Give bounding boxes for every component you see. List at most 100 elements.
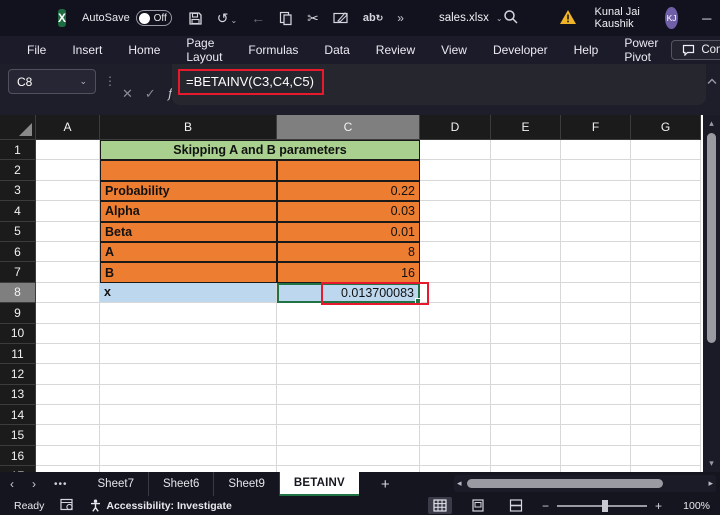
- cell-D5[interactable]: [420, 222, 491, 242]
- row-header-2[interactable]: 2: [0, 160, 36, 180]
- cell-F14[interactable]: [561, 405, 631, 425]
- enter-formula-icon[interactable]: ✓: [145, 86, 156, 102]
- ribbon-tab-insert[interactable]: Insert: [59, 36, 115, 64]
- cell-D12[interactable]: [420, 364, 491, 384]
- sheet-tab-sheet9[interactable]: Sheet9: [214, 472, 279, 496]
- toolbar-overflow-icon[interactable]: »: [397, 11, 403, 25]
- cell-E2[interactable]: [491, 160, 561, 180]
- ribbon-tab-view[interactable]: View: [428, 36, 480, 64]
- cell-D10[interactable]: [420, 324, 491, 344]
- undo-icon[interactable]: ↺⌄: [217, 11, 237, 25]
- cell-F2[interactable]: [561, 160, 631, 180]
- sheet-list-icon[interactable]: •••: [54, 479, 68, 490]
- cell-A6[interactable]: [36, 242, 100, 262]
- cell-B14[interactable]: [100, 405, 277, 425]
- cell-E10[interactable]: [491, 324, 561, 344]
- formula-input[interactable]: =BETAINV(C3,C4,C5): [172, 64, 706, 105]
- cell-E5[interactable]: [491, 222, 561, 242]
- cell-F5[interactable]: [561, 222, 631, 242]
- cell-G12[interactable]: [631, 364, 701, 384]
- cell-D4[interactable]: [420, 201, 491, 221]
- row-header-4[interactable]: 4: [0, 201, 36, 221]
- sheet-tab-sheet7[interactable]: Sheet7: [84, 472, 149, 496]
- cell-A13[interactable]: [36, 385, 100, 405]
- name-box-dropdown-icon[interactable]: ⌄: [79, 76, 87, 87]
- cell-A3[interactable]: [36, 181, 100, 201]
- cell-A5[interactable]: [36, 222, 100, 242]
- row-header-13[interactable]: 13: [0, 385, 36, 405]
- cell-E15[interactable]: [491, 425, 561, 445]
- row-header-6[interactable]: 6: [0, 242, 36, 262]
- row-header-8[interactable]: 8: [0, 283, 36, 303]
- cell-E16[interactable]: [491, 446, 561, 466]
- cell-G9[interactable]: [631, 303, 701, 323]
- cell-D2[interactable]: [420, 160, 491, 180]
- formula-bar-expand-icon[interactable]: [707, 72, 717, 90]
- page-break-view-button[interactable]: [504, 497, 528, 514]
- row-header-1[interactable]: 1: [0, 140, 36, 160]
- macro-record-icon[interactable]: [60, 498, 74, 514]
- page-layout-view-button[interactable]: [466, 497, 490, 514]
- ribbon-tab-power-pivot[interactable]: Power Pivot: [611, 36, 671, 64]
- search-icon[interactable]: [503, 9, 519, 28]
- cell-G7[interactable]: [631, 262, 701, 282]
- ribbon-tab-page-layout[interactable]: Page Layout: [173, 36, 235, 64]
- ribbon-tab-home[interactable]: Home: [115, 36, 173, 64]
- autosave-toggle[interactable]: Off: [136, 10, 172, 26]
- cell-C9[interactable]: [277, 303, 420, 323]
- cell-D3[interactable]: [420, 181, 491, 201]
- cell-F9[interactable]: [561, 303, 631, 323]
- cell-F1[interactable]: [561, 140, 631, 160]
- vertical-scrollbar[interactable]: ▴ ▾: [703, 115, 720, 472]
- cell-B12[interactable]: [100, 364, 277, 384]
- cell-C14[interactable]: [277, 405, 420, 425]
- cell-F7[interactable]: [561, 262, 631, 282]
- cell-A14[interactable]: [36, 405, 100, 425]
- sheet-next-icon[interactable]: ›: [32, 477, 36, 491]
- cell-B11[interactable]: [100, 344, 277, 364]
- cell-A11[interactable]: [36, 344, 100, 364]
- cell-D6[interactable]: [420, 242, 491, 262]
- cell-B9[interactable]: [100, 303, 277, 323]
- cell-A12[interactable]: [36, 364, 100, 384]
- cell-F11[interactable]: [561, 344, 631, 364]
- cell-D16[interactable]: [420, 446, 491, 466]
- cell-C13[interactable]: [277, 385, 420, 405]
- name-box[interactable]: C8 ⌄: [8, 69, 96, 94]
- cell-D11[interactable]: [420, 344, 491, 364]
- ribbon-tab-data[interactable]: Data: [311, 36, 362, 64]
- row-header-9[interactable]: 9: [0, 303, 36, 323]
- cut-icon[interactable]: ✂: [307, 11, 319, 25]
- cell-A4[interactable]: [36, 201, 100, 221]
- cell-B3[interactable]: Probability: [100, 181, 277, 201]
- ribbon-tab-formulas[interactable]: Formulas: [235, 36, 311, 64]
- document-title[interactable]: sales.xlsx ⌄: [439, 12, 503, 24]
- cell-E14[interactable]: [491, 405, 561, 425]
- cell-B4[interactable]: Alpha: [100, 201, 277, 221]
- cell-G6[interactable]: [631, 242, 701, 262]
- column-header-E[interactable]: E: [491, 115, 561, 140]
- cell-A16[interactable]: [36, 446, 100, 466]
- cell-D7[interactable]: [420, 262, 491, 282]
- edit-signature-icon[interactable]: [333, 11, 349, 25]
- cell-E9[interactable]: [491, 303, 561, 323]
- row-header-10[interactable]: 10: [0, 324, 36, 344]
- cell-F12[interactable]: [561, 364, 631, 384]
- autosave-control[interactable]: AutoSave Off: [82, 10, 172, 26]
- cell-G13[interactable]: [631, 385, 701, 405]
- new-sheet-button[interactable]: +: [381, 476, 390, 493]
- row-header-12[interactable]: 12: [0, 364, 36, 384]
- cell-B8[interactable]: x: [100, 283, 277, 303]
- cell-E1[interactable]: [491, 140, 561, 160]
- fill-handle[interactable]: [415, 298, 421, 304]
- cell-E4[interactable]: [491, 201, 561, 221]
- normal-view-button[interactable]: [428, 497, 452, 514]
- cell-G5[interactable]: [631, 222, 701, 242]
- cancel-formula-icon[interactable]: ✕: [122, 86, 133, 102]
- cell-C15[interactable]: [277, 425, 420, 445]
- cell-E7[interactable]: [491, 262, 561, 282]
- cell-C6[interactable]: 8: [277, 242, 420, 262]
- save-icon[interactable]: [188, 11, 203, 26]
- cell-G2[interactable]: [631, 160, 701, 180]
- accessibility-status[interactable]: Accessibility: Investigate: [90, 499, 231, 512]
